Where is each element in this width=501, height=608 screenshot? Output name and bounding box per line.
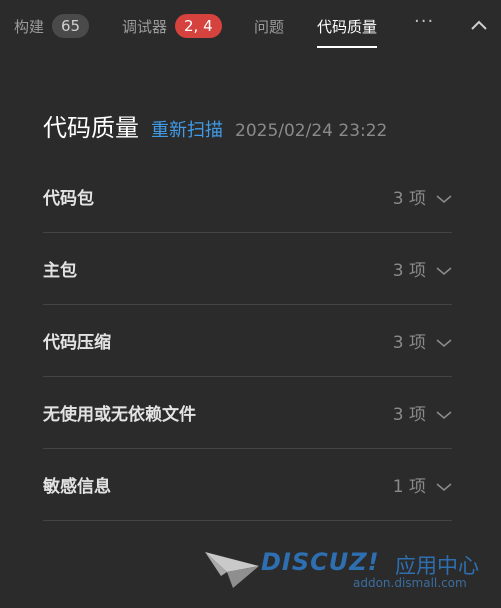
page-title: 代码质量 bbox=[43, 114, 139, 142]
tab-issues[interactable]: 问题 bbox=[254, 12, 284, 40]
item-name: 敏感信息 bbox=[43, 477, 111, 497]
watermark: DISCUZ! 应用中心 addon.dismall.com bbox=[203, 546, 493, 596]
tab-code-quality[interactable]: 代码质量 bbox=[317, 12, 378, 48]
quality-list: 代码包 3 项 主包 3 项 代码压缩 3 项 无使用或无依赖文件 3 项 敏感… bbox=[43, 161, 452, 521]
chevron-down-icon bbox=[436, 482, 452, 491]
item-name: 主包 bbox=[43, 261, 77, 281]
panel-header: 代码质量 重新扫描 2025/02/24 23:22 bbox=[43, 108, 387, 143]
error-badge: 2, 4 bbox=[175, 14, 222, 38]
paper-plane-icon bbox=[205, 552, 259, 588]
list-item-code-compression[interactable]: 代码压缩 3 项 bbox=[43, 305, 452, 377]
list-item-main-package[interactable]: 主包 3 项 bbox=[43, 233, 452, 305]
tab-label: 构建 bbox=[14, 17, 45, 36]
tab-label: 问题 bbox=[254, 17, 285, 36]
item-count: 3 项 bbox=[392, 189, 426, 209]
item-name: 代码压缩 bbox=[43, 333, 111, 353]
count-badge: 65 bbox=[52, 14, 90, 38]
tab-bar: 构建 65 调试器 2, 4 问题 代码质量 ··· bbox=[0, 0, 501, 52]
item-count: 1 项 bbox=[392, 477, 426, 497]
tab-build[interactable]: 构建 65 bbox=[14, 12, 90, 40]
list-item-code-package[interactable]: 代码包 3 项 bbox=[43, 161, 452, 233]
chevron-up-icon[interactable] bbox=[470, 18, 488, 32]
more-icon[interactable]: ··· bbox=[414, 12, 438, 36]
scan-timestamp: 2025/02/24 23:22 bbox=[235, 121, 388, 141]
item-name: 无使用或无依赖文件 bbox=[43, 405, 196, 425]
chevron-down-icon bbox=[436, 410, 452, 419]
tab-label: 调试器 bbox=[122, 17, 168, 36]
chevron-down-icon bbox=[436, 194, 452, 203]
watermark-brand: DISCUZ! bbox=[261, 548, 380, 576]
tab-label: 代码质量 bbox=[317, 17, 378, 36]
list-item-sensitive-info[interactable]: 敏感信息 1 项 bbox=[43, 449, 452, 521]
tab-debugger[interactable]: 调试器 2, 4 bbox=[122, 12, 222, 40]
chevron-down-icon bbox=[436, 338, 452, 347]
list-item-unused-files[interactable]: 无使用或无依赖文件 3 项 bbox=[43, 377, 452, 449]
watermark-url: addon.dismall.com bbox=[353, 576, 467, 590]
chevron-down-icon bbox=[436, 266, 452, 275]
item-name: 代码包 bbox=[43, 189, 94, 209]
item-count: 3 项 bbox=[392, 405, 426, 425]
rescan-link[interactable]: 重新扫描 bbox=[151, 116, 223, 142]
item-count: 3 项 bbox=[392, 261, 426, 281]
item-count: 3 项 bbox=[392, 333, 426, 353]
